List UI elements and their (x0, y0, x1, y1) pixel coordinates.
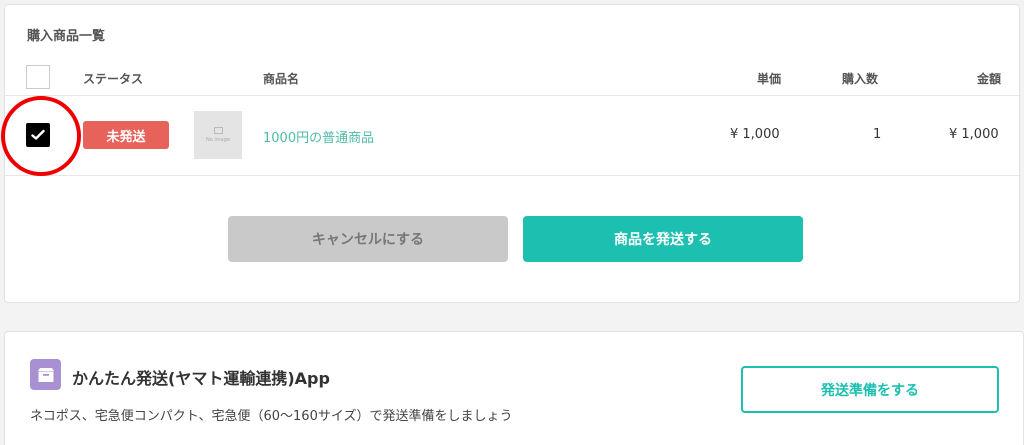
unit-price: ¥ 1,000 (730, 127, 780, 142)
section-title: 購入商品一覧 (27, 29, 106, 44)
column-header-quantity: 購入数 (842, 72, 879, 86)
table-row: 未発送 No image 1000円の普通商品 ¥ 1,000 1 ¥ 1,00… (1, 96, 1021, 176)
product-name-link[interactable]: 1000円の普通商品 (263, 127, 374, 146)
table-header: ステータス 商品名 単価 購入数 金額 (5, 59, 1021, 96)
select-all-checkbox[interactable] (26, 65, 50, 89)
shipping-app-card: かんたん発送(ヤマト運輸連携)App ネコポス、宅急便コンパクト、宅急便（60〜… (4, 331, 1024, 445)
prepare-shipping-button[interactable]: 発送準備をする (741, 366, 999, 413)
image-placeholder-icon (213, 127, 223, 134)
app-description: ネコポス、宅急便コンパクト、宅急便（60〜160サイズ）で発送準備をしましょう (30, 409, 513, 424)
column-header-product-name: 商品名 (263, 72, 300, 86)
box-icon (30, 359, 61, 390)
quantity: 1 (873, 127, 882, 142)
thumbnail-caption: No image (206, 137, 230, 143)
checkmark-icon (31, 129, 45, 140)
app-title: かんたん発送(ヤマト運輸連携)App (72, 369, 330, 388)
product-thumbnail[interactable]: No image (194, 111, 242, 159)
purchased-items-card: 購入商品一覧 ステータス 商品名 単価 購入数 金額 未発送 No image … (1, 4, 1021, 303)
row-checkbox-checked[interactable] (26, 123, 50, 147)
status-badge: 未発送 (83, 121, 169, 149)
ship-items-button[interactable]: 商品を発送する (523, 216, 803, 262)
amount: ¥ 1,000 (949, 127, 999, 142)
cancel-button[interactable]: キャンセルにする (228, 216, 508, 262)
column-header-amount: 金額 (977, 72, 1002, 86)
column-header-unit-price: 単価 (757, 72, 782, 86)
column-header-status: ステータス (83, 72, 144, 86)
